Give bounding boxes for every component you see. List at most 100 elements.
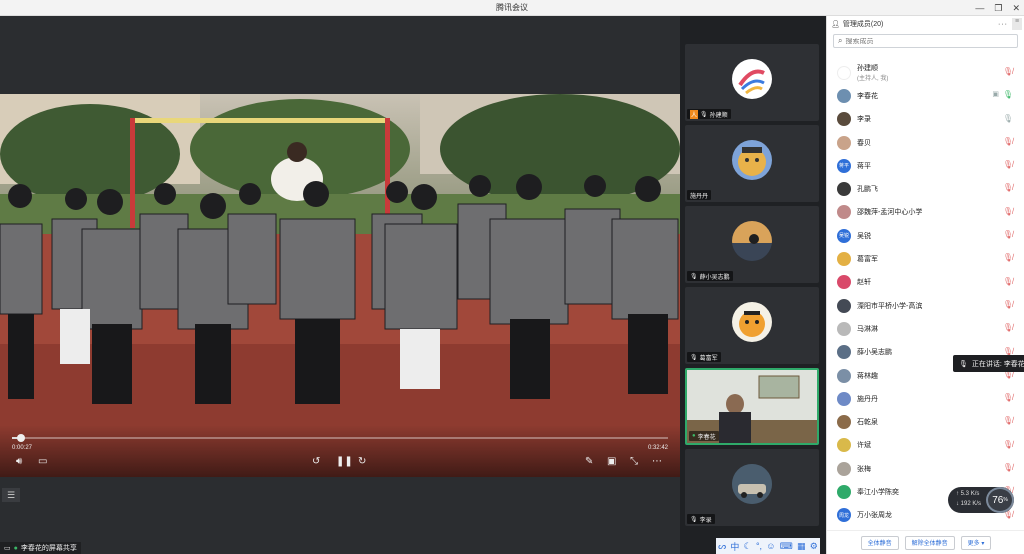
tile-name-text: 葛富军 [699, 355, 718, 362]
ime-toolbar[interactable]: ᔕ 中 ☾ °, ☺ ⌨ ▦ ⚙ [716, 538, 820, 554]
member-row[interactable]: 许斌 🎙︎̸ [827, 434, 1024, 457]
mic-icon[interactable]: 🎙︎ [1003, 114, 1013, 123]
settings-icon[interactable]: ⚙ [810, 541, 818, 552]
member-search[interactable]: ⌕ [833, 34, 1018, 48]
member-name: 孔鹏飞 [857, 186, 878, 194]
video-tile-active-speaker[interactable]: ● 李春花 [685, 368, 819, 445]
cartoon-avatar-icon [738, 147, 766, 176]
shrink-icon[interactable]: ⤡ [630, 456, 638, 467]
member-row[interactable]: 石乾泉 🎙︎̸ [827, 410, 1024, 433]
mic-muted-icon[interactable]: 🎙︎̸ [1003, 393, 1013, 402]
member-row[interactable]: 葛富军 🎙︎̸ [827, 247, 1024, 270]
video-tile[interactable]: 🎙︎ 葛富军 [685, 287, 819, 364]
mic-muted-icon[interactable]: 🎙︎̸ [1003, 300, 1013, 309]
member-name-block: 施丹丹 [857, 394, 878, 404]
ime-logo-icon[interactable]: ᔕ [718, 541, 726, 552]
mic-muted-icon[interactable]: 🎙︎̸ [1003, 183, 1013, 192]
mic-icon[interactable]: 🎙︎ [1003, 90, 1013, 99]
tile-name: 🎙︎ 葛富军 [687, 352, 721, 362]
member-row[interactable]: 春贝 🎙︎̸ [827, 131, 1024, 154]
member-name: 蒋平 [857, 162, 871, 170]
video-tile[interactable]: 🎙︎ 薛小吴志鹏 [685, 206, 819, 283]
minimize-button[interactable]: — [975, 3, 984, 13]
member-name-block: 奉江小学陈奕 [857, 487, 899, 497]
member-row[interactable]: 邵魏萍-孟河中心小学 🎙︎̸ [827, 201, 1024, 224]
mic-icon: ● [692, 433, 696, 439]
progress-knob[interactable] [17, 434, 26, 442]
restore-button[interactable]: ❐ [994, 3, 1002, 14]
upload-speed: ↑ 5.3 K/s [956, 491, 980, 497]
member-row[interactable]: 吴锐 吴锐 🎙︎̸ [827, 224, 1024, 247]
avatar [732, 221, 772, 261]
rewind-icon[interactable]: ↺ [312, 456, 320, 467]
punctuation-icon[interactable]: °, [756, 541, 762, 551]
mic-muted-icon[interactable]: 🎙︎̸ [1003, 323, 1013, 332]
member-row[interactable]: 孙建顺 (主持人, 我) 🎙︎̸ [827, 61, 1024, 84]
members-icon: 👤︎ [831, 21, 840, 28]
tiger-avatar-icon [739, 311, 765, 337]
progress-bar[interactable] [12, 434, 668, 442]
mic-muted-icon[interactable]: 🎙︎̸ [1003, 253, 1013, 262]
mic-muted-icon[interactable]: 🎙︎̸ [1003, 207, 1013, 216]
video-tile[interactable]: 施丹丹 [685, 125, 819, 202]
video-tile[interactable]: 🎙︎ 李录 [685, 449, 819, 526]
members-title: 管理成员(20) [842, 21, 884, 28]
mic-muted-icon[interactable]: 🎙︎̸ [1003, 463, 1013, 472]
member-row[interactable]: 施丹丹 🎙︎̸ [827, 387, 1024, 410]
tile-name: ● 李春花 [689, 431, 719, 441]
subtitle-icon[interactable]: ▭ [38, 456, 47, 467]
cpu-gauge: 76% [986, 487, 1014, 513]
member-row[interactable]: 李春花 🎙︎ ▣ [827, 84, 1024, 107]
search-input[interactable] [845, 37, 996, 45]
member-name: 蒋林趣 [857, 372, 878, 380]
unmute-all-button[interactable]: 解除全体静音 [904, 535, 955, 550]
avatar [837, 88, 851, 103]
mute-all-button[interactable]: 全体静音 [860, 535, 899, 550]
upload-unit: K/s [970, 491, 980, 497]
tile-name-text: 李春花 [697, 434, 716, 441]
mic-muted-icon[interactable]: 🎙︎̸ [1003, 277, 1013, 286]
more-button[interactable]: 更多 ▾ [960, 535, 992, 550]
member-name: 施丹丹 [857, 395, 878, 403]
member-name-block: 许斌 [857, 440, 871, 450]
member-row[interactable]: 张梅 🎙︎̸ [827, 457, 1024, 480]
network-widget[interactable]: ↑ 5.3 K/s ↓ 192 K/s 76% [948, 487, 1014, 513]
playback-controls: 0:00:27 0:32:42 🔊︎ ▭ ↺ ❚❚ ↻ ✎ ▣ ⤡ ⋯ [0, 425, 680, 477]
mic-muted-icon[interactable]: 🎙︎̸ [1003, 67, 1013, 76]
ime-chinese-mode[interactable]: 中 [730, 540, 739, 553]
moon-icon[interactable]: ☾ [744, 541, 752, 552]
member-row[interactable]: 马淋淋 🎙︎̸ [827, 317, 1024, 340]
close-button[interactable]: ✕ [1012, 3, 1020, 14]
picture-icon[interactable]: ▣ [607, 456, 616, 467]
mic-muted-icon[interactable]: 🎙︎̸ [1003, 230, 1013, 239]
car-avatar-icon [732, 464, 772, 504]
forward-icon[interactable]: ↻ [358, 456, 366, 467]
shared-video[interactable]: 0:00:27 0:32:42 🔊︎ ▭ ↺ ❚❚ ↻ ✎ ▣ ⤡ ⋯ [0, 94, 680, 477]
mic-muted-icon[interactable]: 🎙︎̸ [1003, 416, 1013, 425]
mic-muted-icon[interactable]: 🎙︎̸ [1003, 440, 1013, 449]
skin-icon[interactable]: ▦ [797, 541, 806, 552]
member-name-block: 蒋林趣 [857, 371, 878, 381]
member-row[interactable]: 赵轩 🎙︎̸ [827, 271, 1024, 294]
member-row[interactable]: 孔鹏飞 🎙︎̸ [827, 177, 1024, 200]
member-list: 孙建顺 (主持人, 我) 🎙︎̸ 李春花 🎙︎ ▣ 李录 🎙︎ 春贝 🎙︎̸ 蒋平 蒋平 🎙︎̸ 孔鹏飞 🎙… [827, 61, 1024, 527]
list-icon[interactable]: ☰ [2, 488, 20, 502]
video-tile[interactable]: 人 🎙︎ 孙建顺 [685, 44, 819, 121]
member-name: 葛富军 [857, 256, 878, 264]
annotate-icon[interactable]: ✎ [585, 456, 593, 467]
more-icon[interactable]: ⋯ [652, 456, 662, 467]
keyboard-icon[interactable]: ⌨ [780, 541, 793, 552]
pause-icon[interactable]: ❚❚ [336, 456, 353, 467]
avatar [837, 65, 851, 80]
camera-icon[interactable]: ▣ [992, 90, 999, 98]
mic-muted-icon[interactable]: 🎙︎̸ [1003, 137, 1013, 146]
panel-more-button[interactable]: ··· [998, 21, 1008, 28]
mic-muted-icon[interactable]: 🎙︎̸ [1003, 160, 1013, 169]
collapse-panel-button[interactable]: ≡ [1012, 18, 1022, 30]
emoji-icon[interactable]: ☺ [766, 541, 775, 551]
member-row[interactable]: 蒋平 蒋平 🎙︎̸ [827, 154, 1024, 177]
member-row[interactable]: 李录 🎙︎ [827, 108, 1024, 131]
member-row[interactable]: 溧阳市平桥小学-高滨 🎙︎̸ [827, 294, 1024, 317]
volume-icon[interactable]: 🔊︎ [16, 456, 22, 467]
member-name: 赵轩 [857, 279, 871, 287]
